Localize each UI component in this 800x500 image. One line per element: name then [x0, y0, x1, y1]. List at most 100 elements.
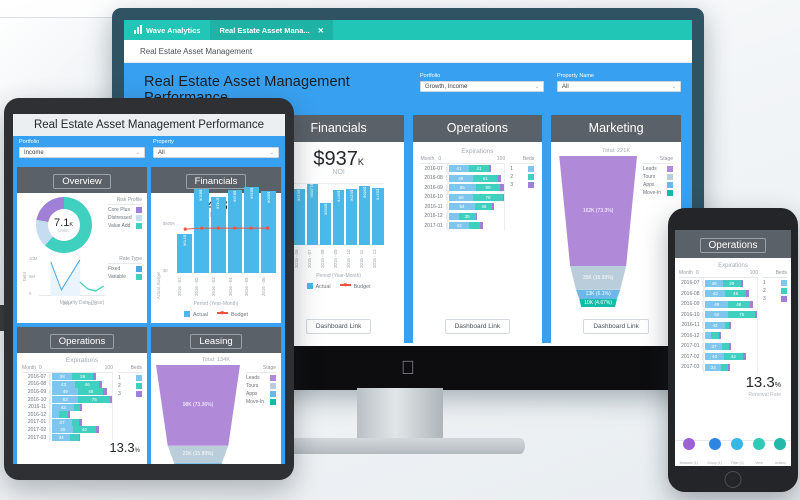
close-icon[interactable]: ✕ — [318, 26, 324, 35]
stacked-bar-segment: 39 — [72, 373, 93, 381]
funnel-stage[interactable]: 13K (6.1%) — [576, 289, 621, 299]
tablet-card-operations-body: Expirations Month 0 100 2016-07 38 39 2016-… — [17, 353, 147, 464]
table-row[interactable]: 2017-02 40 42 — [679, 352, 758, 363]
bar-value-label: $698K — [323, 203, 329, 215]
legend-item-beds-3: 3 — [118, 391, 142, 397]
bar-value-label: $907K — [336, 190, 342, 203]
bar[interactable]: $907K — [333, 189, 345, 245]
table-row[interactable]: 2017-01 37 — [679, 341, 758, 352]
stacked-bar-segment: 38 — [705, 279, 723, 287]
toolbar-icon — [774, 438, 787, 450]
bar[interactable]: $919K — [293, 189, 305, 245]
table-row[interactable]: 2016-08 43 46 — [22, 380, 113, 389]
leasing-total: Total: 134K — [202, 357, 230, 363]
stacked-bar-segment — [110, 396, 113, 404]
filter-property-name-select[interactable]: All ⌄ — [557, 81, 681, 92]
dashboard-link-operations[interactable]: Dashboard Link — [444, 318, 511, 334]
phone-toolbar-label: Measure (1) — [679, 461, 698, 465]
bar[interactable]: $937K — [372, 188, 384, 245]
table-row[interactable]: 2016-12 — [679, 331, 758, 342]
table-row[interactable]: 2017-01 42 — [421, 221, 506, 231]
overview-risk-legend: Risk Profile Core Plus Distressed Value … — [108, 197, 142, 253]
bar[interactable]: $915K — [346, 189, 358, 245]
bar[interactable]: $698K — [319, 202, 332, 245]
debt-x-ticks: 2017 2022 — [62, 301, 97, 306]
tablet-card-financials-header[interactable]: Financials — [151, 167, 281, 193]
tablet-card-overview-header[interactable]: Overview — [17, 167, 147, 193]
table-row[interactable]: 2016-07 38 39 — [679, 278, 758, 289]
table-row[interactable]: 2017-03 34 — [22, 434, 113, 442]
phone-toolbar-item[interactable]: Filter (0) — [731, 438, 744, 466]
stacked-bar-segment: 39 — [722, 279, 741, 287]
table-row[interactable]: 2016-08 43 46 — [679, 289, 758, 300]
x-axis-tick: 2016 - 01 — [177, 277, 183, 297]
table-row[interactable]: 2016-10 66 78 — [421, 193, 506, 203]
stacked-bar-segment: 37 — [52, 418, 72, 426]
table-row[interactable]: 2016-11 54 35 — [421, 202, 506, 212]
stacked-bar-segment: 43 — [52, 380, 75, 388]
table-row[interactable]: 2016-10 62 75 — [679, 310, 758, 321]
stacked-bar-segment — [740, 279, 743, 287]
table-row[interactable]: 2016-07 38 39 — [22, 373, 113, 381]
table-row[interactable]: 2016-07 41 41 — [421, 164, 506, 174]
row-month-label: 2017-01 — [421, 222, 447, 229]
funnel-stage[interactable]: 8.1K (6.04%) — [174, 463, 222, 464]
phone-header[interactable]: Operations — [675, 230, 791, 258]
operations-chart[interactable]: Month 0 100 2016-07 41 41 2016-08 49 51 2016-0… — [420, 156, 535, 231]
marketing-funnel[interactable]: 162K (73.3%) 35K (15.93%) 13K (6.1%) 10K (4… — [559, 156, 637, 307]
legend-item-beds-2: 2 — [510, 174, 535, 180]
legend-budget: Budget — [216, 312, 248, 318]
dashboard-link-financials[interactable]: Dashboard Link — [305, 318, 372, 334]
stacked-bar-segment — [492, 203, 495, 211]
card-operations-title: Operations — [412, 115, 543, 142]
table-row[interactable]: 2017-02 40 42 — [22, 426, 113, 434]
card-marketing-footer: Dashboard Link — [551, 315, 681, 343]
phone-operations-chart[interactable]: Month 0 100 2016-07 38 39 2016-08 43 46 2016-0… — [679, 270, 787, 373]
tablet-device: Real Estate Asset Management Performance… — [4, 98, 294, 480]
tablet-operations-chart[interactable]: Month 0 100 2016-07 38 39 2016-08 43 46 2016-0… — [22, 365, 142, 442]
dashboard-link-marketing[interactable]: Dashboard Link — [583, 318, 649, 334]
stacked-bar: 37 — [52, 418, 113, 426]
table-row[interactable]: 2016-09 49 48 — [22, 388, 113, 396]
tablet-filter-portfolio-select[interactable]: Income ⌄ — [19, 147, 145, 158]
funnel-stage[interactable]: 35K (15.93%) — [570, 265, 627, 290]
home-button[interactable] — [724, 471, 742, 488]
stacked-bar-segment: 49 — [448, 174, 473, 182]
funnel-stage[interactable]: 162K (73.3%) — [559, 156, 637, 266]
debt-y-axis-label: Debt — [22, 272, 27, 282]
table-row[interactable]: 2017-01 37 — [22, 418, 113, 427]
table-row[interactable]: 2016-11 42 — [679, 320, 758, 331]
phone-toolbar-item[interactable]: View — [753, 438, 766, 466]
phone-toolbar: Measure (1) Group (1) Filter (0) View Action… — [675, 438, 791, 466]
table-row[interactable]: 2016-12 — [22, 411, 113, 419]
stacked-bar-segment — [99, 380, 103, 388]
funnel-stage[interactable]: 21K (15.89%) — [167, 445, 229, 464]
stacked-bar-segment: 42 — [723, 353, 743, 361]
table-row[interactable]: 2016-12 35 — [421, 212, 506, 222]
overview-donut-chart[interactable]: 7.1K Units — [22, 197, 105, 253]
phone-toolbar-item[interactable]: Measure (1) — [680, 438, 698, 466]
overview-line-chart[interactable]: Debt 10M 5M 0 2017 2022 — [22, 256, 105, 306]
browser-tab-dashboard[interactable]: Real Estate Asset Mana... ✕ — [210, 20, 333, 40]
financials-bar-chart[interactable]: $919K $1,000K $698K $907K $915K $966K $937K — [293, 183, 384, 245]
filter-portfolio-select[interactable]: Growth, Income ⌄ — [420, 81, 544, 92]
funnel-stage[interactable]: 10K (4.67%) — [579, 298, 617, 307]
table-row[interactable]: 2016-09 49 48 — [679, 299, 758, 310]
x-axis-tick: 2016 - 04 — [227, 277, 233, 297]
table-row[interactable]: 2016-08 49 51 — [421, 174, 506, 184]
bar[interactable]: $966K — [359, 186, 371, 245]
tablet-filter-property-select[interactable]: All ⌄ — [153, 147, 279, 158]
table-row[interactable]: 2017-03 34 — [679, 362, 758, 373]
tablet-card-leasing-header[interactable]: Leasing — [151, 327, 281, 353]
tablet-card-operations-header[interactable]: Operations — [17, 327, 147, 353]
tablet-financials-y-label: Actual, Budget — [156, 271, 161, 299]
funnel-stage[interactable]: 98K (73.36%) — [156, 365, 240, 446]
leasing-funnel[interactable]: 98K (73.36%)21K (15.89%)8.1K (6.04%)6.3K… — [156, 365, 240, 464]
phone-toolbar-item[interactable]: Actions — [774, 438, 787, 466]
table-row[interactable]: 2016-10 62 75 — [22, 396, 113, 404]
table-row[interactable]: 2016-11 42 — [22, 403, 113, 411]
bar[interactable]: $1,000K — [306, 183, 318, 245]
phone-toolbar-item[interactable]: Group (1) — [707, 438, 722, 466]
table-row[interactable]: 2016-09 55 50 — [421, 183, 506, 193]
tablet-financials-bar-chart[interactable]: $379K $820K $741K $818K $839K $800K — [177, 187, 276, 273]
